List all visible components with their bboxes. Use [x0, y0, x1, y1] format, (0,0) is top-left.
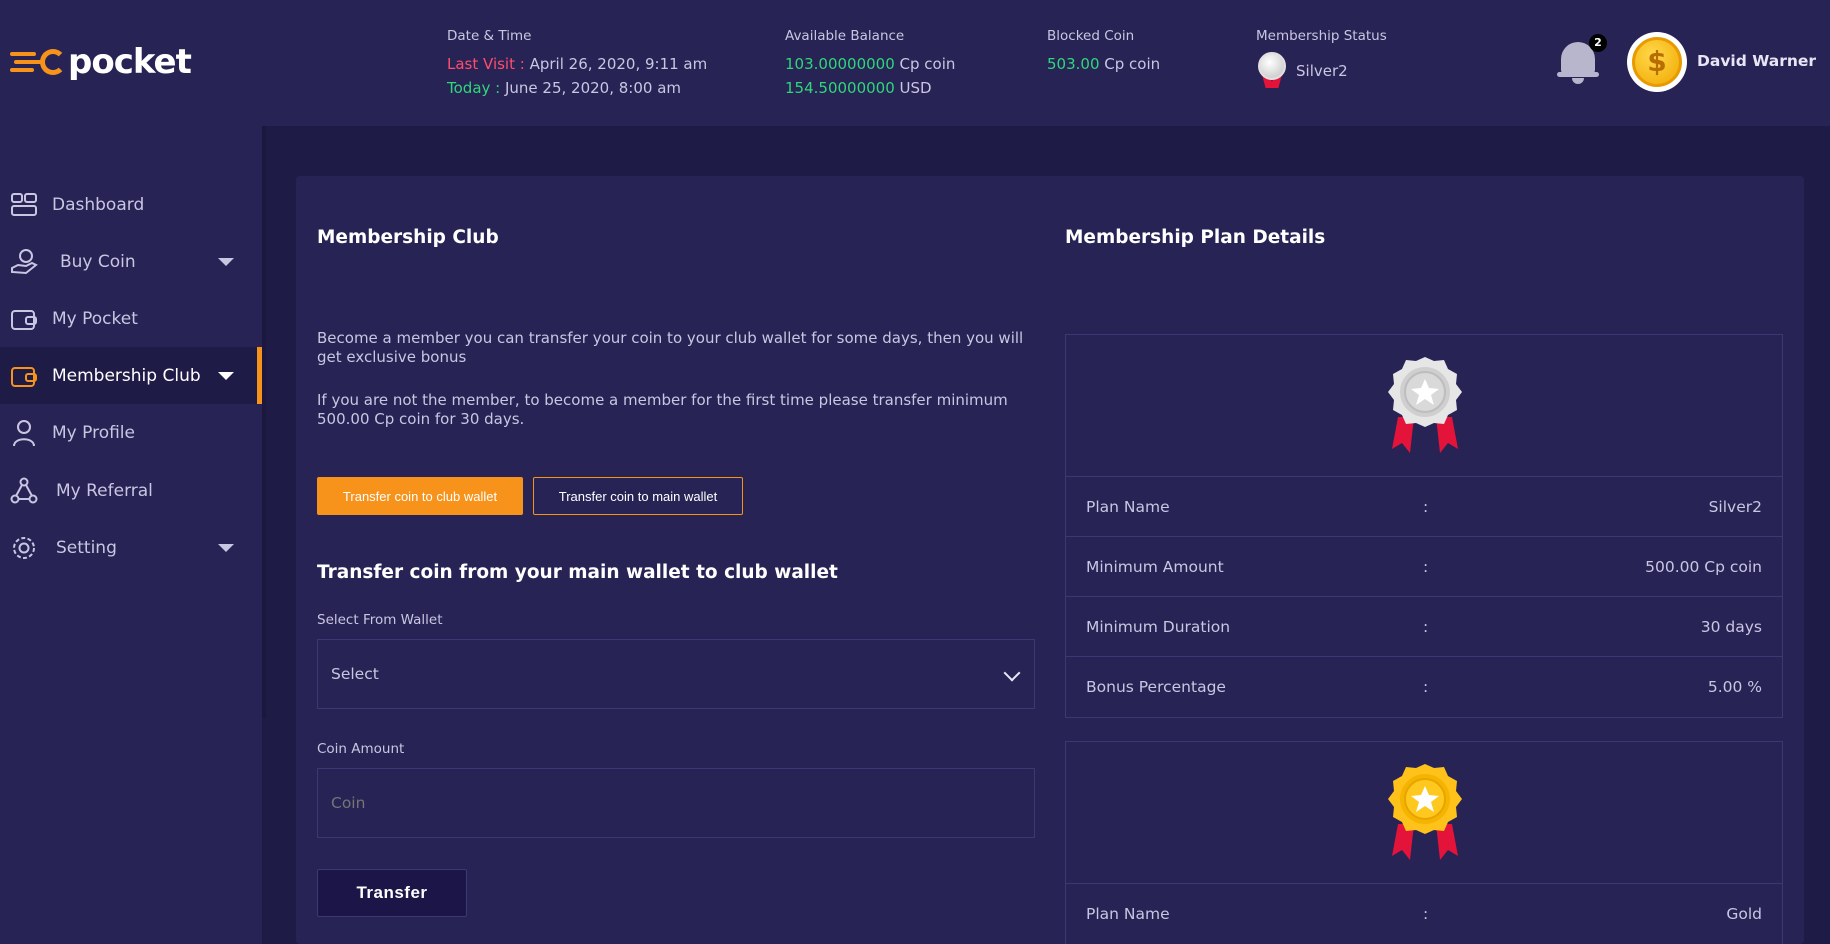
sidebar-item-my-pocket[interactable]: My Pocket [0, 290, 262, 347]
membership-status-value: Silver2 [1296, 62, 1348, 80]
transfer-button[interactable]: Transfer [317, 869, 467, 917]
sidebar-item-label: Buy Coin [60, 251, 136, 272]
balance-label: Available Balance [785, 28, 905, 44]
silver-medal-icon [1256, 52, 1286, 90]
usd-balance: 154.50000000 [785, 79, 895, 97]
plan-row-value: Silver2 [1708, 497, 1762, 516]
plan-row-value: 500.00 Cp coin [1645, 557, 1762, 576]
coin-icon: $ [1632, 37, 1682, 87]
today-value: June 25, 2020, 8:00 am [504, 79, 682, 97]
form-title: Transfer coin from your main wallet to c… [317, 562, 838, 583]
sidebar-item-dashboard[interactable]: Dashboard [0, 176, 262, 233]
datetime-block: Date & Time Last Visit : April 26, 2020,… [447, 28, 707, 100]
wallet-icon [11, 366, 37, 387]
sidebar-item-label: Dashboard [52, 194, 145, 215]
plan-row-key: Minimum Duration [1086, 617, 1231, 636]
referral-icon [10, 477, 38, 503]
coin-amount-input[interactable] [317, 768, 1035, 838]
sidebar-item-label: Membership Club [52, 365, 201, 386]
plan-row: Plan Name : Silver2 [1066, 477, 1782, 537]
plan-row-separator: : [1423, 557, 1429, 576]
sidebar-item-setting[interactable]: Setting [0, 519, 262, 576]
cp-unit: Cp coin [899, 55, 956, 73]
today-label: Today : [447, 79, 501, 97]
datetime-label: Date & Time [447, 28, 532, 44]
plan-row-value: 5.00 % [1707, 678, 1762, 696]
sidebar-item-my-referral[interactable]: My Referral [0, 462, 262, 519]
sidebar-item-label: My Profile [52, 422, 135, 443]
plan-row-separator: : [1423, 617, 1429, 636]
chevron-down-icon [1003, 664, 1021, 682]
buy-coin-icon [11, 248, 38, 274]
wallet-select[interactable]: Select [317, 639, 1035, 709]
plan-details-title: Membership Plan Details [1065, 227, 1326, 248]
plan-row-key: Plan Name [1086, 905, 1170, 923]
plan-row: Minimum Duration : 30 days [1066, 597, 1782, 657]
logo-icon [10, 47, 66, 77]
balance-block: Available Balance 103.00000000 Cp coin 1… [785, 28, 955, 100]
cp-balance: 103.00000000 [785, 55, 895, 73]
plan-card-silver: Plan Name : Silver2 Minimum Amount : 500… [1065, 334, 1783, 718]
app-logo[interactable]: pocket [10, 42, 192, 82]
plan-row-separator: : [1423, 678, 1429, 696]
wallet-icon [11, 309, 37, 330]
wallet-select-value: Select [331, 665, 379, 683]
plan-row-value: 30 days [1700, 617, 1762, 636]
sidebar-item-label: My Pocket [52, 308, 138, 329]
sidebar-item-label: My Referral [56, 480, 153, 501]
avatar[interactable]: $ [1627, 32, 1687, 92]
chevron-down-icon [218, 257, 234, 266]
blocked-label: Blocked Coin [1047, 28, 1135, 44]
sidebar-item-buy-coin[interactable]: Buy Coin [0, 233, 262, 290]
logo-text: pocket [68, 42, 192, 82]
membership-status-block: Membership Status Silver2 [1256, 28, 1387, 90]
club-requirement: If you are not the member, to become a m… [317, 391, 1008, 428]
club-description: Become a member you can transfer your co… [317, 329, 1024, 366]
coin-amount-label: Coin Amount [317, 741, 405, 757]
plan-row: Bonus Percentage : 5.00 % [1066, 657, 1782, 717]
plan-row-separator: : [1423, 905, 1429, 923]
user-name[interactable]: David Warner [1697, 52, 1816, 70]
last-visit-value: April 26, 2020, 9:11 am [529, 55, 708, 73]
sidebar-item-my-profile[interactable]: My Profile [0, 404, 262, 461]
transfer-to-main-button[interactable]: Transfer coin to main wallet [533, 477, 743, 515]
dashboard-icon [11, 192, 37, 216]
notification-count: 2 [1589, 34, 1607, 52]
gold-medal-icon [1388, 764, 1462, 860]
plan-row-key: Minimum Amount [1086, 557, 1224, 576]
usd-unit: USD [899, 79, 932, 97]
membership-status-label: Membership Status [1256, 28, 1387, 44]
chevron-down-icon [218, 371, 234, 380]
sidebar-item-membership-club[interactable]: Membership Club [0, 347, 262, 404]
sidebar-item-label: Setting [56, 537, 117, 558]
chevron-down-icon [218, 543, 234, 552]
gear-icon [13, 536, 35, 559]
plan-row-key: Plan Name [1086, 497, 1170, 516]
plan-row: Minimum Amount : 500.00 Cp coin [1066, 537, 1782, 597]
membership-club-title: Membership Club [317, 227, 499, 248]
plan-row-separator: : [1423, 497, 1429, 516]
blocked-coin-block: Blocked Coin 503.00 Cp coin [1047, 28, 1160, 76]
plan-card-gold: Plan Name : Gold [1065, 741, 1783, 944]
top-header: pocket Date & Time Last Visit : April 26… [0, 0, 1830, 126]
transfer-to-club-button[interactable]: Transfer coin to club wallet [317, 477, 523, 515]
blocked-unit: Cp coin [1104, 55, 1161, 73]
plan-row-value: Gold [1726, 905, 1762, 923]
user-icon [13, 419, 35, 446]
sidebar-edge [262, 126, 266, 718]
notification-bell[interactable]: 2 [1555, 34, 1607, 84]
wallet-label: Select From Wallet [317, 612, 443, 628]
plan-row-key: Bonus Percentage [1086, 678, 1226, 696]
active-indicator [257, 347, 262, 404]
plan-row: Plan Name : Gold [1066, 884, 1782, 944]
blocked-amount: 503.00 [1047, 55, 1100, 73]
last-visit-label: Last Visit : [447, 55, 525, 73]
silver-medal-icon [1388, 357, 1462, 453]
